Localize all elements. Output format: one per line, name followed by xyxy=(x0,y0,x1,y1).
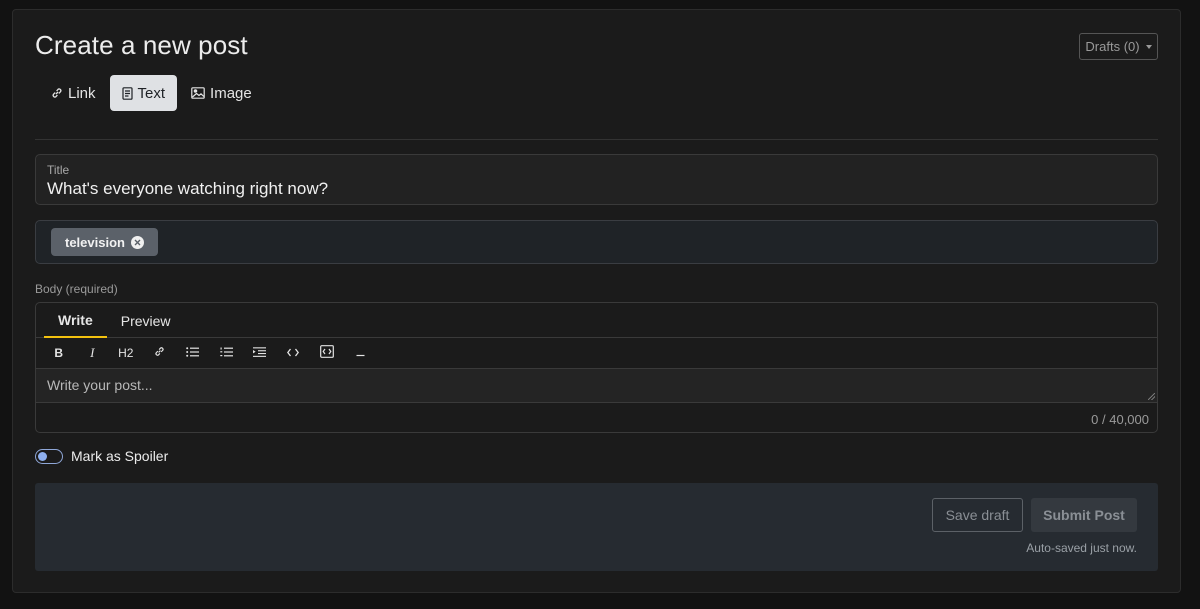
heading-button[interactable]: H2 xyxy=(109,338,143,368)
drafts-dropdown-button[interactable]: Drafts (0) xyxy=(1079,33,1158,60)
drafts-label: Drafts (0) xyxy=(1085,39,1140,54)
tab-text-label: Text xyxy=(137,84,166,102)
create-post-panel: Create a new post Drafts (0) Link Text I… xyxy=(12,9,1181,593)
indent-button[interactable] xyxy=(243,338,277,368)
form-footer: Save draft Submit Post Auto-saved just n… xyxy=(35,483,1158,571)
tab-image-label: Image xyxy=(210,84,252,102)
code-block-icon xyxy=(319,345,334,361)
spoiler-toggle[interactable] xyxy=(35,448,63,464)
horizontal-rule-button[interactable] xyxy=(344,338,378,368)
remove-tag-icon[interactable] xyxy=(130,235,144,249)
toggle-knob xyxy=(38,451,47,461)
save-draft-button[interactable]: Save draft xyxy=(932,498,1023,532)
link-icon xyxy=(154,346,165,360)
tab-write[interactable]: Write xyxy=(44,303,107,338)
character-count: 0 / 40,000 xyxy=(1091,412,1149,427)
submit-post-button[interactable]: Submit Post xyxy=(1031,498,1137,532)
bullet-list-icon xyxy=(186,346,200,360)
autosave-status: Auto-saved just now. xyxy=(1026,541,1137,555)
body-label: Body (required) xyxy=(35,282,118,296)
spoiler-label: Mark as Spoiler xyxy=(71,448,169,464)
tab-preview[interactable]: Preview xyxy=(107,303,185,338)
spoiler-toggle-row[interactable]: Mark as Spoiler xyxy=(35,448,168,464)
tab-link[interactable]: Link xyxy=(39,75,108,111)
title-input[interactable]: What's everyone watching right now? xyxy=(47,179,328,199)
editor-tabs: Write Preview xyxy=(36,303,1157,338)
indent-icon xyxy=(253,346,267,360)
body-textarea[interactable]: Write your post... xyxy=(36,369,1157,403)
page-title: Create a new post xyxy=(35,30,248,60)
inline-code-button[interactable] xyxy=(277,338,311,368)
bullet-list-button[interactable] xyxy=(176,338,210,368)
numbered-list-icon xyxy=(220,346,233,360)
tab-text[interactable]: Text xyxy=(109,75,178,111)
title-label: Title xyxy=(47,163,70,177)
code-icon xyxy=(287,346,300,360)
horizontal-rule-icon xyxy=(356,346,365,360)
tab-link-label: Link xyxy=(68,84,96,102)
body-editor: Write Preview B I H2 Write your post... … xyxy=(35,302,1158,433)
image-icon xyxy=(191,87,205,99)
title-field[interactable]: Title What's everyone watching right now… xyxy=(35,154,1158,205)
tag-label: television xyxy=(65,234,125,250)
tab-image[interactable]: Image xyxy=(179,75,264,111)
bold-button[interactable]: B xyxy=(42,338,76,368)
caret-down-icon xyxy=(1145,45,1152,49)
post-type-tabs: Link Text Image xyxy=(39,75,264,111)
tags-input[interactable]: television xyxy=(35,220,1158,264)
formatting-toolbar: B I H2 xyxy=(36,338,1157,369)
body-placeholder: Write your post... xyxy=(47,377,153,393)
insert-link-button[interactable] xyxy=(143,338,177,368)
italic-button[interactable]: I xyxy=(76,338,110,368)
divider xyxy=(35,139,1158,140)
resize-handle-icon[interactable] xyxy=(1148,393,1155,400)
numbered-list-button[interactable] xyxy=(210,338,244,368)
code-block-button[interactable] xyxy=(310,338,344,368)
tag-chip: television xyxy=(51,228,158,256)
link-icon xyxy=(51,87,63,99)
document-icon xyxy=(121,86,133,100)
